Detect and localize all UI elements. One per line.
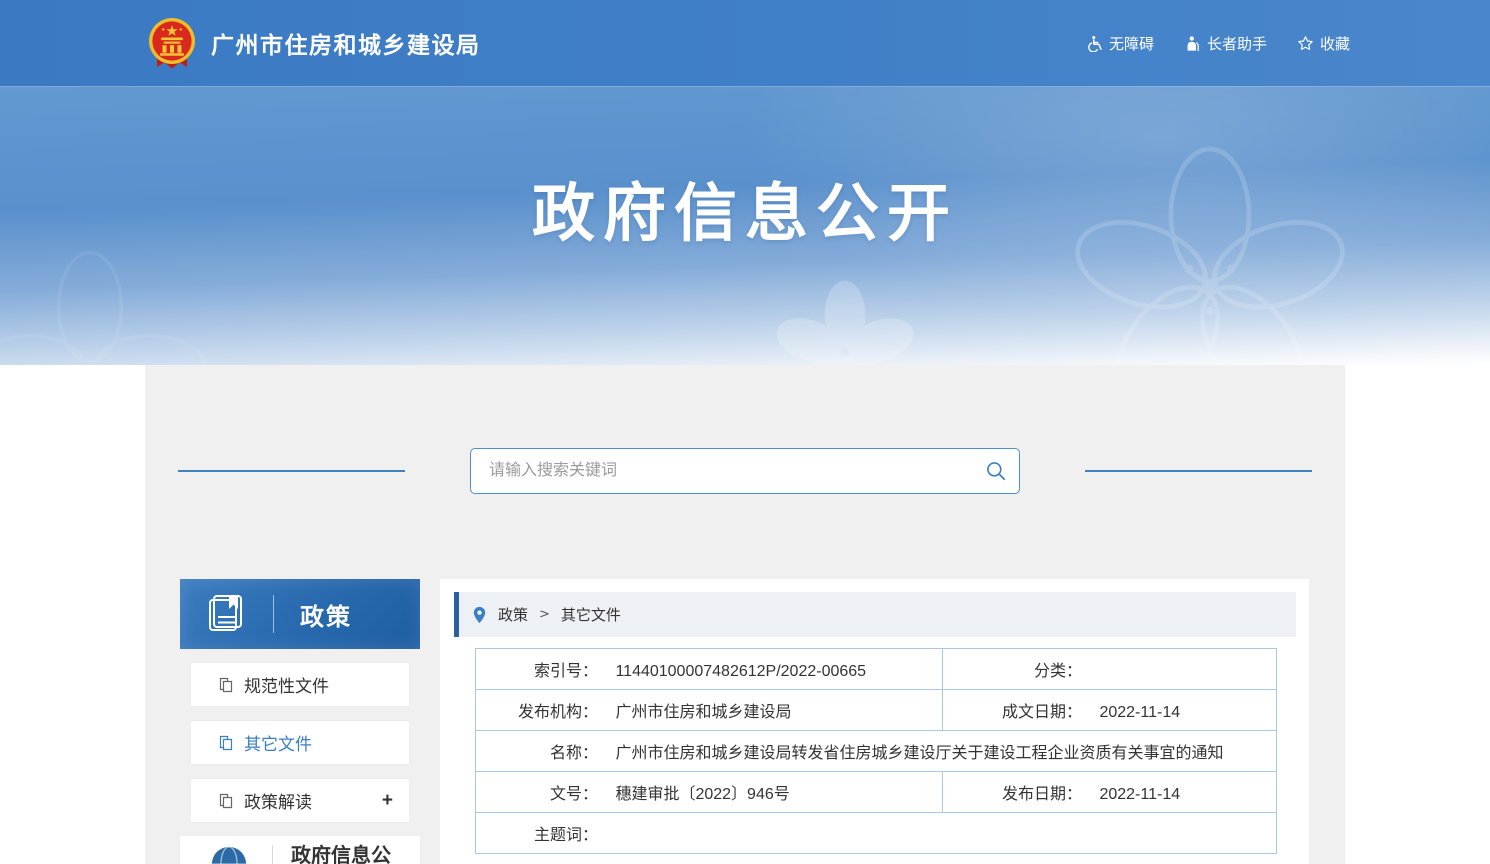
header-divider <box>272 845 273 864</box>
field-value: 2022-11-14 <box>1099 786 1180 803</box>
breadcrumb-policy-link[interactable]: 政策 <box>498 604 528 625</box>
field-label: 主题词： <box>476 821 598 845</box>
favorite-link[interactable]: 收藏 <box>1297 33 1350 54</box>
elder-assist-icon <box>1184 35 1201 52</box>
national-emblem-icon <box>148 17 196 69</box>
table-row: 索引号： 11440100007482612P/2022-00665 分类： <box>476 649 1277 690</box>
document-name-cell: 名称： 广州市住房和城乡建设局转发省住房城乡建设厅关于建设工程企业资质有关事宜的… <box>476 731 1277 772</box>
search-icon <box>985 460 1007 482</box>
document-icon <box>218 793 234 809</box>
field-label: 成文日期： <box>943 698 1082 722</box>
search-button[interactable] <box>973 449 1019 493</box>
sidebar-item-normative-documents[interactable]: 规范性文件 <box>190 662 410 707</box>
field-label: 索引号： <box>476 657 598 681</box>
document-detail-table: 索引号： 11440100007482612P/2022-00665 分类： 发… <box>475 648 1277 854</box>
left-decorative-line <box>178 470 405 472</box>
favorite-label: 收藏 <box>1320 33 1350 54</box>
field-value: 11440100007482612P/2022-00665 <box>615 663 866 680</box>
right-decorative-line <box>1085 470 1312 472</box>
sidebar-item-label: 规范性文件 <box>244 672 329 697</box>
sidebar-item-label: 政策解读 <box>244 788 312 813</box>
accessibility-link[interactable]: 无障碍 <box>1086 33 1154 54</box>
field-value: 2022-11-14 <box>1099 704 1180 721</box>
sidebar-section-policy-title: 政策 <box>300 597 352 632</box>
page-title: 政府信息公开 <box>0 87 1490 254</box>
sidebar-section-gov-info-title: 政府信息公开 <box>291 843 391 864</box>
document-icon <box>218 677 234 693</box>
flower-decoration-icon <box>0 237 220 365</box>
main-content-row: 政策 规范性文件 其它文件 <box>145 579 1345 864</box>
flower-decoration-icon <box>760 267 930 365</box>
breadcrumb-current: 其它文件 <box>561 604 621 625</box>
written-date-cell: 成文日期： 2022-11-14 <box>943 690 1277 731</box>
field-label: 文号： <box>476 780 598 804</box>
sidebar-item-label: 其它文件 <box>244 730 312 755</box>
search-box <box>470 448 1020 494</box>
star-icon <box>1297 35 1314 52</box>
accessibility-icon <box>1086 35 1103 52</box>
sidebar-item-other-documents[interactable]: 其它文件 <box>190 720 410 765</box>
content-wrapper: 政策 规范性文件 其它文件 <box>145 365 1345 864</box>
site-brand: 广州市住房和城乡建设局 <box>148 17 481 69</box>
table-row: 名称： 广州市住房和城乡建设局转发省住房城乡建设厅关于建设工程企业资质有关事宜的… <box>476 731 1277 772</box>
table-row: 发布机构： 广州市住房和城乡建设局 成文日期： 2022-11-14 <box>476 690 1277 731</box>
sidebar-item-policy-interpretation[interactable]: 政策解读 + <box>190 778 410 823</box>
field-label: 发布机构： <box>476 698 598 722</box>
sidebar-menu: 规范性文件 其它文件 政策解读 + <box>180 662 420 823</box>
sidebar-section-policy-header: 政策 <box>180 579 420 649</box>
detail-panel: 政策 > 其它文件 索引号： 11440100007482612P/2022-0… <box>440 579 1309 864</box>
sidebar-section-gov-info-header[interactable]: 政府信息公开 <box>180 836 420 864</box>
sidebar: 政策 规范性文件 其它文件 <box>180 579 420 864</box>
site-title: 广州市住房和城乡建设局 <box>211 26 481 60</box>
field-value: 穗建审批〔2022〕946号 <box>615 786 789 803</box>
page-banner: 政府信息公开 <box>0 87 1490 365</box>
publisher-cell: 发布机构： 广州市住房和城乡建设局 <box>476 690 943 731</box>
header-divider <box>273 595 274 633</box>
elder-assist-link[interactable]: 长者助手 <box>1184 33 1267 54</box>
field-value: 广州市住房和城乡建设局转发省住房城乡建设厅关于建设工程企业资质有关事宜的通知 <box>615 745 1223 762</box>
expand-plus-icon[interactable]: + <box>382 790 393 812</box>
publish-date-cell: 发布日期： 2022-11-14 <box>943 772 1277 813</box>
index-number-cell: 索引号： 11440100007482612P/2022-00665 <box>476 649 943 690</box>
top-header-bar: 广州市住房和城乡建设局 无障碍 长者助手 收藏 <box>0 0 1490 87</box>
breadcrumb: 政策 > 其它文件 <box>454 592 1296 637</box>
field-label: 名称： <box>476 739 598 763</box>
doc-number-cell: 文号： 穗建审批〔2022〕946号 <box>476 772 943 813</box>
search-section <box>145 448 1345 494</box>
field-value: 广州市住房和城乡建设局 <box>615 704 791 721</box>
category-cell: 分类： <box>943 649 1277 690</box>
search-input[interactable] <box>471 449 973 493</box>
elder-assist-label: 长者助手 <box>1207 33 1267 54</box>
keywords-cell: 主题词： <box>476 813 1277 854</box>
location-pin-icon <box>472 606 487 624</box>
field-label: 发布日期： <box>943 780 1082 804</box>
table-row: 主题词： <box>476 813 1277 854</box>
globe-icon <box>210 845 248 864</box>
breadcrumb-separator: > <box>539 607 550 622</box>
field-label: 分类： <box>943 657 1082 681</box>
top-utility-links: 无障碍 长者助手 收藏 <box>1086 33 1350 54</box>
book-icon <box>205 593 247 635</box>
accessibility-label: 无障碍 <box>1109 33 1154 54</box>
table-row: 文号： 穗建审批〔2022〕946号 发布日期： 2022-11-14 <box>476 772 1277 813</box>
document-icon <box>218 735 234 751</box>
